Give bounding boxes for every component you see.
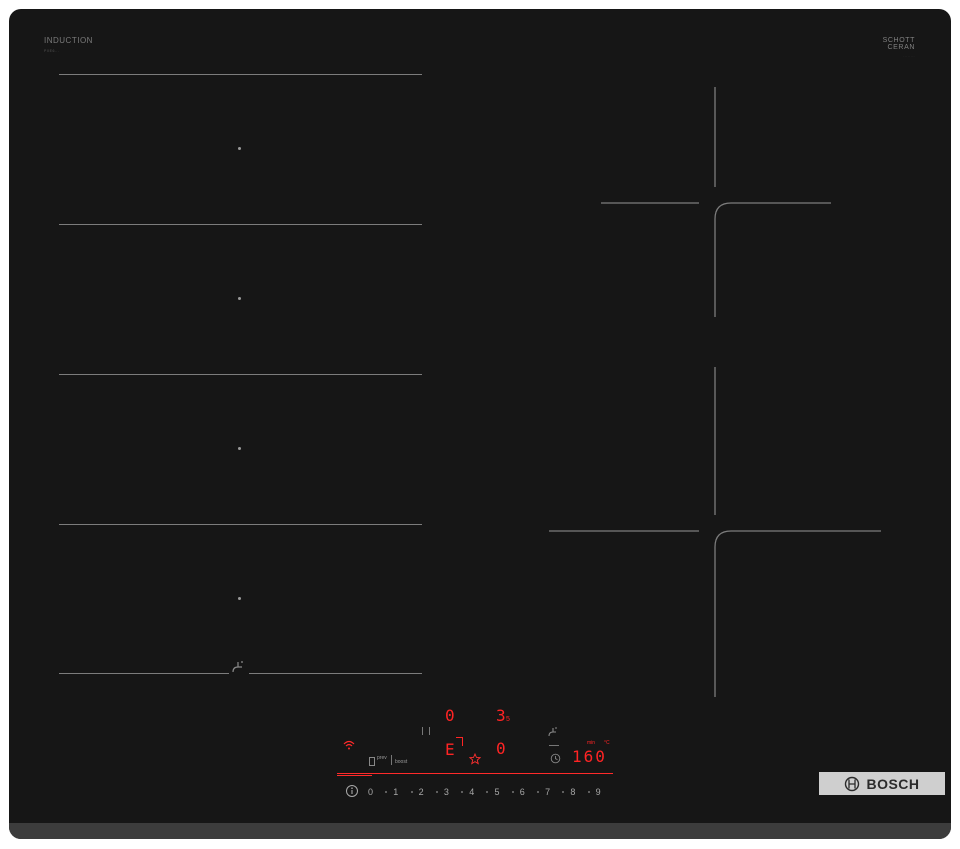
flex-zone-line-2 — [59, 224, 422, 225]
zone-select-marker[interactable] — [422, 727, 430, 735]
boost-label[interactable]: boost — [395, 759, 407, 765]
pan-boost-icon[interactable] — [546, 725, 562, 739]
bosch-armature-icon — [845, 776, 860, 791]
wifi-icon[interactable] — [343, 740, 355, 750]
flex-zone-line-4 — [59, 524, 422, 525]
schott-sub-text: ........ — [903, 54, 915, 58]
power-level-3[interactable]: 3 — [444, 787, 469, 797]
power-level-2[interactable]: 2 — [419, 787, 444, 797]
zone-link-indicator — [456, 737, 463, 746]
zone-display-right-top-sub: 5 — [506, 716, 510, 723]
zone-center-mark-1 — [238, 147, 241, 150]
flex-zone-line-5b — [249, 673, 422, 674]
schott-text: SCHOTT — [882, 37, 915, 44]
power-level-8[interactable]: 8 — [570, 787, 595, 797]
zone-display-left-bottom: E — [445, 740, 455, 759]
slider-red-accent — [337, 775, 372, 776]
divider — [391, 755, 392, 765]
power-level-7[interactable]: 7 — [545, 787, 570, 797]
induction-label: INDUCTION PXE6... — [44, 36, 93, 53]
prev-label: prev — [377, 755, 387, 761]
celsius-label: °C — [604, 740, 610, 746]
zone-center-mark-2 — [238, 297, 241, 300]
favourite-star-icon[interactable] — [469, 753, 481, 765]
zone-display-right-bottom: 0 — [496, 739, 506, 758]
flex-zone-line-1 — [59, 74, 422, 75]
timer-clock-icon[interactable] — [550, 753, 561, 764]
power-level-icon[interactable] — [369, 757, 375, 766]
pan-sensor-icon — [232, 661, 243, 673]
zone-display-left-top: 0 — [445, 706, 455, 725]
pan-boost-underline — [549, 745, 559, 746]
info-icon[interactable] — [345, 784, 359, 798]
right-cooking-zones — [549, 87, 881, 697]
model-text: PXE6... — [44, 49, 60, 53]
induction-text: INDUCTION — [44, 36, 93, 45]
power-level-0[interactable]: 0 — [368, 787, 393, 797]
power-level-6[interactable]: 6 — [520, 787, 545, 797]
bosch-logo-badge: BOSCH — [819, 772, 945, 795]
bosch-wordmark: BOSCH — [866, 775, 920, 792]
power-level-slider[interactable]: 0 1 2 3 4 5 6 7 8 9 — [368, 785, 608, 799]
temperature-display: 160 — [572, 747, 607, 766]
zone-center-mark-3 — [238, 447, 241, 450]
cooktop-frame-edge — [9, 823, 951, 839]
flex-zone-line-5a — [59, 673, 229, 674]
power-level-1[interactable]: 1 — [393, 787, 418, 797]
power-level-9[interactable]: 9 — [596, 787, 608, 797]
zone-center-mark-4 — [238, 597, 241, 600]
power-level-4[interactable]: 4 — [469, 787, 494, 797]
cooktop-glass: INDUCTION PXE6... SCHOTT CERAN ........ … — [9, 9, 951, 839]
min-label: min — [587, 740, 596, 746]
ceran-text: CERAN — [887, 44, 915, 51]
zone-display-right-top: 3 — [496, 706, 506, 725]
flex-zone-line-3 — [59, 374, 422, 375]
slider-red-line — [337, 773, 613, 774]
schott-ceran-logo: SCHOTT CERAN ........ — [883, 37, 915, 60]
power-level-5[interactable]: 5 — [494, 787, 519, 797]
